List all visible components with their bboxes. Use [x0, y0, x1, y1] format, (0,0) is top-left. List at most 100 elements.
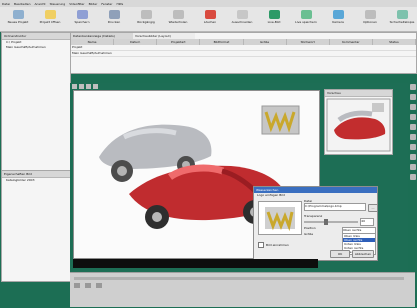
toolbar-button[interactable]: Rückgängig: [130, 9, 162, 29]
toolbar-button[interactable]: Löschen: [194, 9, 226, 29]
toolbar-button[interactable]: Neues Projekt: [2, 9, 34, 29]
tree-item[interactable]: Mein Geschäft/Aufnahmen: [2, 45, 70, 50]
watermark-dialog: Wasserzeichen Logo einfügen Bild Datei C…: [253, 186, 378, 261]
table-row[interactable]: Mein Geschäft/Aufnahmen: [71, 51, 416, 57]
toolbar-icon: [364, 10, 376, 19]
table-cell: [114, 45, 157, 50]
table-cell: [157, 45, 200, 50]
file-row: Datei C:\Programme\logo.bmp: [304, 199, 366, 211]
project-list-panel: Datenbankanzeige (Details) Vorschaubilde…: [70, 32, 417, 74]
table-cell: [157, 51, 200, 56]
toolbar-label: Speichern: [74, 20, 90, 24]
menu-item[interactable]: Bilder: [89, 2, 98, 6]
table-cell: [330, 45, 373, 50]
filmstrip: [73, 259, 318, 268]
tool-icon[interactable]: [410, 114, 416, 120]
toolbar-icon: [172, 10, 184, 19]
rotate-icon[interactable]: [93, 84, 98, 89]
table-cell: [114, 51, 157, 56]
tool-icon[interactable]: [410, 164, 416, 170]
table-cell: [373, 45, 416, 50]
viewer-toolbar: [72, 84, 98, 89]
play-icon[interactable]: [74, 283, 80, 288]
toolbar-button[interactable]: Sicherheitskopie: [386, 9, 417, 29]
toolbar-icon: [204, 10, 216, 19]
zoom-icon[interactable]: [72, 84, 77, 89]
browse-button[interactable]: …: [368, 204, 378, 212]
slider-thumb[interactable]: [324, 219, 328, 225]
toolbar-label: Drucken: [107, 20, 121, 24]
preview-header: Vorschau: [325, 90, 392, 97]
toolbar-button[interactable]: Speichern: [66, 9, 98, 29]
transparency-slider[interactable]: [304, 219, 359, 225]
toolbar-button[interactable]: Live-Bild: [258, 9, 290, 29]
table-cell: [287, 51, 330, 56]
frame-checkbox[interactable]: [258, 242, 264, 248]
toolbar-button[interactable]: Drucken: [98, 9, 130, 29]
file-path-input[interactable]: C:\Programme\logo.bmp: [304, 203, 366, 211]
table-cell: [200, 51, 243, 56]
toolbar-label: Neues Projekt: [7, 20, 29, 24]
toolbar-icon: [268, 10, 280, 19]
scale-label: Größe: [304, 232, 314, 236]
ok-button[interactable]: OK: [330, 250, 350, 258]
stop-icon[interactable]: [85, 283, 91, 288]
position-label: Position: [304, 226, 316, 230]
table-cell: [244, 51, 287, 56]
tool-icon[interactable]: [410, 134, 416, 140]
toolbar-label: Live speichern: [295, 20, 317, 24]
toolbar-button[interactable]: Live speichern: [290, 9, 322, 29]
table-cell: Mein Geschäft/Aufnahmen: [72, 51, 112, 55]
table-cell: [200, 45, 243, 50]
preview-thumbnail: [326, 98, 391, 152]
tool-icon[interactable]: [410, 154, 416, 160]
properties-panel: Eigenschaften Bild Katalogbilder 2003: [1, 170, 71, 282]
crop-icon[interactable]: [86, 84, 91, 89]
timeline-track[interactable]: [74, 277, 404, 280]
toolbar-button[interactable]: Kamera: [322, 9, 354, 29]
table-cell: [244, 45, 287, 50]
transparency-row: Transparenz 40: [304, 214, 374, 226]
tree-header: Ordnerstruktur: [2, 33, 70, 40]
properties-value: Katalogbilder 2003: [6, 178, 35, 182]
menu-item[interactable]: Hilfe: [116, 2, 123, 6]
toolbar-icon: [236, 10, 248, 19]
tool-icon[interactable]: [410, 144, 416, 150]
tool-icon[interactable]: [410, 94, 416, 100]
toolbar-button[interactable]: Projekt öffnen: [34, 9, 66, 29]
frame-checkbox-label: Bild einrahmen: [266, 243, 289, 247]
pan-icon[interactable]: [79, 84, 84, 89]
menu-item[interactable]: Steuerung: [50, 2, 66, 6]
tool-icon[interactable]: [410, 84, 416, 90]
toolbar-button[interactable]: Wiederholen: [162, 9, 194, 29]
toolbar-icon: [332, 10, 344, 19]
record-icon[interactable]: [96, 283, 102, 288]
table-cell: [330, 51, 373, 56]
toolbar-icon: [300, 10, 312, 19]
toolbar-icon: [108, 10, 120, 19]
cancel-button[interactable]: Abbrechen: [352, 250, 374, 258]
toolbar-label: Rückgängig: [137, 20, 155, 24]
main-toolbar: Neues Projekt Projekt öffnen Speichern Druc…: [0, 7, 417, 32]
tool-icon[interactable]: [410, 104, 416, 110]
logo-preview-box: [258, 201, 302, 235]
tool-icon[interactable]: [410, 124, 416, 130]
menu-item[interactable]: Fenster: [101, 2, 112, 6]
transparency-value[interactable]: 40: [360, 218, 374, 226]
timeline-controls: [74, 283, 102, 288]
toolbar-icon: [44, 10, 56, 19]
menu-item[interactable]: Ansicht: [35, 2, 46, 6]
table-cell: [373, 51, 416, 56]
toolbar-button[interactable]: Optionen: [354, 9, 386, 29]
timeline-panel: [70, 272, 415, 307]
tool-icon[interactable]: [410, 174, 416, 180]
menu-item[interactable]: Datei: [2, 2, 10, 6]
toolbar-label: Wiederholen: [168, 20, 188, 24]
toolbar-icon: [12, 10, 24, 19]
menu-item[interactable]: Bearbeiten: [14, 2, 30, 6]
image-viewer-area: Vorschau Wasserzeichen Logo einfügen Bil…: [70, 83, 408, 272]
toolbar-label: Kamera: [332, 20, 344, 24]
frame-checkbox-row: Bild einrahmen: [258, 242, 289, 248]
menu-item[interactable]: Videofilter: [69, 2, 84, 6]
toolbar-button[interactable]: Ausschneiden: [226, 9, 258, 29]
